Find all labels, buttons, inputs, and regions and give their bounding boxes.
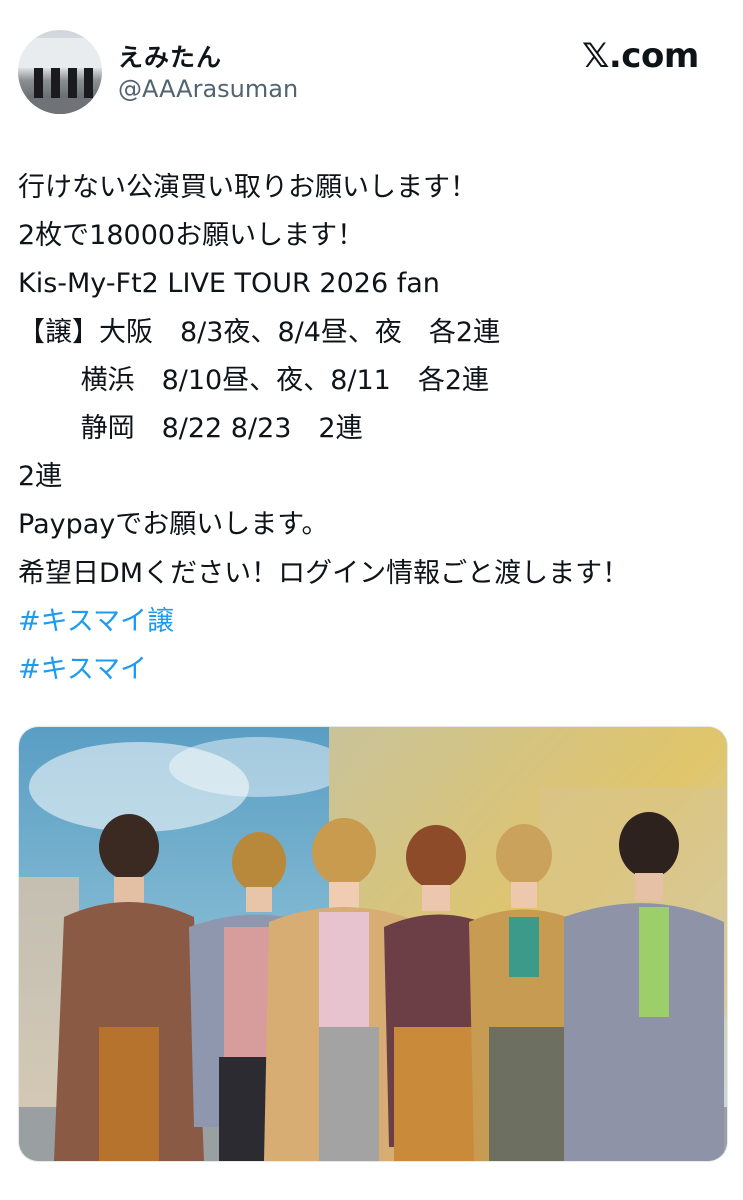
tweet-line: 2連	[18, 461, 63, 493]
tweet-text: 行けない公演買い取りお願いします！ 2枚で18000お願いします！ Kis-My…	[18, 164, 733, 694]
user-handle[interactable]: @AAArasuman	[118, 75, 298, 103]
tweet-line: 横浜 8/10昼、夜、8/11 各2連	[18, 364, 490, 396]
avatar[interactable]	[18, 30, 102, 114]
group-photo-icon	[19, 727, 727, 1161]
tweet-line: 【譲】大阪 8/3夜、8/4昼、夜 各2連	[18, 316, 501, 348]
tweet-line: 行けない公演買い取りお願いします！	[18, 172, 477, 203]
tweet-header: えみたん @AAArasuman 𝕏.com	[0, 0, 743, 120]
hashtag-link[interactable]: #キスマイ譲	[18, 598, 733, 646]
tweet-line: Kis-My-Ft2 LIVE TOUR 2026 fan	[18, 268, 440, 300]
avatar-background	[18, 38, 102, 68]
tweet-line: Paypayでお願いします。	[18, 509, 329, 541]
tweet-line: 2枚で18000お願いします！	[18, 220, 365, 252]
tweet-media-image[interactable]	[18, 726, 728, 1162]
display-name[interactable]: えみたん	[118, 38, 222, 74]
tweet-line: 希望日DMください！ログイン情報ごと渡します！	[18, 557, 630, 589]
tweet-line: 静岡 8/22 8/23 2連	[18, 412, 363, 444]
hashtag-link[interactable]: #キスマイ	[18, 646, 733, 694]
x-logo-icon: 𝕏.com	[582, 36, 699, 76]
